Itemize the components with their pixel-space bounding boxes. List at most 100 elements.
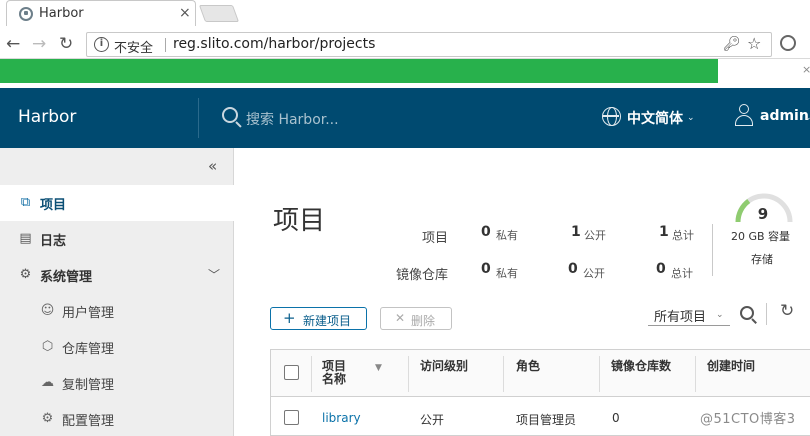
column-divider (599, 356, 600, 392)
table-header: 项目名称 ▼ 访问级别 角色 镜像仓库数 创建时间 (271, 350, 810, 397)
sidebar-item-label: 复制管理 (62, 378, 115, 393)
project-role: 项目管理员 (516, 413, 577, 427)
user-menu[interactable]: admin (760, 108, 809, 124)
refresh-icon[interactable]: ↻ (780, 301, 794, 321)
column-header-created[interactable]: 创建时间 (707, 360, 755, 373)
url-text[interactable]: reg.slito.com/harbor/projects (173, 36, 375, 52)
global-search-input[interactable]: 搜索 Harbor... (246, 109, 339, 129)
close-tab-icon[interactable]: × (179, 5, 191, 21)
project-name-link[interactable]: library (322, 411, 361, 425)
admin-icon: ⚙ (19, 267, 32, 282)
app-header: Harbor 搜索 Harbor... 中文简体 ⌄ admin ⌄ (0, 88, 810, 148)
storage-value: 9 (757, 205, 769, 223)
public-label: 公开 (584, 229, 606, 242)
header-divider (198, 98, 199, 138)
delete-label: 删除 (411, 314, 436, 328)
sidebar-item-label: 配置管理 (62, 414, 115, 429)
column-header-name[interactable]: 项目名称 (322, 360, 354, 386)
back-arrow-icon[interactable]: ← (6, 34, 20, 54)
watermark: @51CTO博客3 (700, 412, 796, 427)
sidebar-item-label: 项目 (40, 198, 67, 213)
extension-icon[interactable] (780, 35, 796, 51)
storage-label: 存储 (751, 253, 773, 266)
page-load-progress-bar (0, 59, 718, 83)
projects-private-count: 0 (481, 224, 491, 240)
delete-button[interactable]: ✕ 删除 (380, 307, 452, 330)
close-icon: ✕ (395, 311, 406, 325)
sidebar-item-label: 仓库管理 (62, 342, 115, 357)
sidebar-item-users[interactable]: ☺ 用户管理 (0, 293, 234, 329)
project-filter-select[interactable]: 所有项目 ⌄ (648, 305, 730, 326)
browser-tab[interactable]: Harbor × (6, 0, 196, 26)
language-selector[interactable]: 中文简体 (627, 108, 683, 128)
sidebar-item-label: 系统管理 (40, 270, 93, 285)
toolbar-divider (766, 303, 767, 325)
browser-tab-strip: Harbor × (0, 0, 810, 29)
stats-divider (712, 224, 713, 276)
address-bar[interactable]: i 不安全 reg.slito.com/harbor/projects 🔑︎ ☆ (86, 32, 772, 57)
bookmark-star-icon[interactable]: ☆ (747, 34, 761, 53)
projects-public-count: 1 (571, 224, 581, 240)
project-access-level: 公开 (420, 413, 445, 427)
tab-title: Harbor (39, 6, 84, 21)
logs-icon: ▤ (19, 231, 32, 246)
registries-icon: ⬡ (41, 339, 54, 354)
select-all-checkbox[interactable] (284, 365, 299, 380)
total-label: 总计 (671, 267, 693, 280)
sidebar-item-admin[interactable]: ⚙ 系统管理 ﹀ (0, 257, 234, 293)
column-divider (408, 356, 409, 392)
column-header-repo-count[interactable]: 镜像仓库数 (611, 360, 671, 373)
close-small-icon[interactable]: × (802, 63, 810, 76)
reload-icon[interactable]: ↻ (59, 34, 73, 54)
repos-total-count: 0 (656, 261, 666, 277)
collapse-sidebar-icon[interactable]: « (208, 157, 217, 175)
new-project-button[interactable]: + 新建项目 (270, 307, 367, 330)
storage-capacity: 20 GB 容量 (731, 230, 791, 243)
search-icon[interactable] (740, 306, 754, 320)
main-content: 项目 项目 0 私有 1 公开 1 总计 镜像仓库 0 私有 0 公开 0 总计… (235, 148, 810, 436)
new-project-label: 新建项目 (303, 314, 352, 328)
stats-projects-label: 项目 (422, 231, 449, 246)
browser-toolbar: ← → ↻ i 不安全 reg.slito.com/harbor/project… (0, 29, 810, 59)
sidebar-item-label: 用户管理 (62, 306, 115, 321)
column-header-role[interactable]: 角色 (516, 360, 540, 373)
brand-title[interactable]: Harbor (18, 107, 76, 127)
security-status[interactable]: 不安全 (114, 37, 153, 56)
harbor-favicon-icon (19, 7, 33, 21)
new-tab-button[interactable] (198, 5, 240, 22)
sidebar: « ⧉ 项目 ▤ 日志 ⚙ 系统管理 ﹀ ☺ 用户管理 ⬡ 仓库管理 ☁ 复制管… (0, 148, 234, 436)
info-icon[interactable]: i (94, 37, 109, 52)
page-load-area: × (0, 59, 810, 88)
column-divider (503, 356, 504, 392)
key-icon[interactable]: 🔑︎ (723, 36, 741, 52)
column-divider (695, 356, 696, 392)
sidebar-item-registries[interactable]: ⬡ 仓库管理 (0, 329, 234, 365)
filter-icon[interactable]: ▼ (375, 363, 382, 373)
chevron-down-icon[interactable]: ⌄ (687, 113, 695, 123)
address-divider (165, 38, 166, 52)
sidebar-item-label: 日志 (40, 234, 67, 249)
globe-icon[interactable] (602, 107, 621, 126)
row-checkbox[interactable] (284, 410, 299, 425)
chevron-down-icon: ⌄ (716, 310, 724, 320)
private-label: 私有 (496, 267, 518, 280)
project-repo-count: 0 (612, 411, 620, 425)
chevron-down-icon[interactable]: ﹀ (208, 266, 220, 283)
repos-public-count: 0 (568, 261, 578, 277)
stats-repositories-label: 镜像仓库 (396, 268, 449, 283)
sidebar-item-replication[interactable]: ☁ 复制管理 (0, 365, 234, 401)
user-icon[interactable] (734, 104, 754, 128)
configuration-icon: ⚙ (41, 411, 54, 426)
search-icon[interactable] (222, 107, 238, 123)
replication-icon: ☁ (41, 375, 54, 390)
total-label: 总计 (672, 229, 694, 242)
sidebar-item-logs[interactable]: ▤ 日志 (0, 221, 234, 257)
sidebar-item-configuration[interactable]: ⚙ 配置管理 (0, 401, 234, 436)
forward-arrow-icon[interactable]: → (32, 34, 46, 54)
repos-private-count: 0 (481, 261, 491, 277)
users-icon: ☺ (40, 303, 55, 318)
column-header-access[interactable]: 访问级别 (420, 360, 468, 373)
projects-total-count: 1 (659, 224, 669, 240)
sidebar-item-projects[interactable]: ⧉ 项目 (0, 185, 234, 221)
user-chevron-down-icon[interactable]: ⌄ (804, 113, 810, 123)
